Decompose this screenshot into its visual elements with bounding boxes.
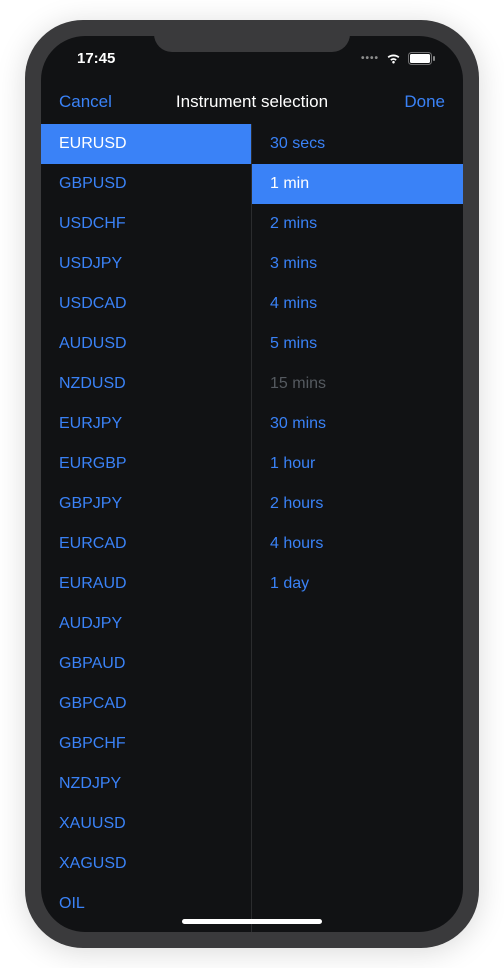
timeframe-item-label: 30 mins [270, 415, 326, 433]
timeframe-item-label: 4 hours [270, 535, 323, 553]
instrument-item[interactable]: USDCAD [41, 284, 251, 324]
timeframe-item[interactable]: 1 hour [252, 444, 463, 484]
timeframe-item[interactable]: 2 mins [252, 204, 463, 244]
instrument-item-label: XAGUSD [59, 855, 127, 873]
instrument-item[interactable]: EURGBP [41, 444, 251, 484]
instrument-item[interactable]: GBPJPY [41, 484, 251, 524]
instrument-item-label: NZDJPY [59, 775, 121, 793]
instrument-item-label: GBPUSD [59, 175, 127, 193]
instrument-list[interactable]: EURUSD GBPUSD USDCHF USDJPY USDCAD AUDUSD NZDU… [41, 124, 252, 932]
cancel-button[interactable]: Cancel [59, 92, 119, 112]
instrument-item-label: USDCAD [59, 295, 127, 313]
instrument-item[interactable]: GBPUSD [41, 164, 251, 204]
timeframe-item-label: 1 day [270, 575, 309, 593]
timeframe-item-label: 15 mins [270, 375, 326, 393]
instrument-item-label: EURJPY [59, 415, 122, 433]
instrument-item-label: OIL [59, 895, 85, 913]
instrument-item[interactable]: USDCHF [41, 204, 251, 244]
instrument-item[interactable]: EURUSD [41, 124, 251, 164]
instrument-item[interactable]: XAUUSD [41, 804, 251, 844]
nav-bar: Cancel Instrument selection Done [41, 80, 463, 124]
instrument-item-label: EURCAD [59, 535, 127, 553]
instrument-item-label: USDJPY [59, 255, 122, 273]
instrument-item[interactable]: GBPCAD [41, 684, 251, 724]
timeframe-item[interactable]: 1 min [252, 164, 463, 204]
timeframe-item-label: 1 hour [270, 455, 315, 473]
timeframe-item-label: 2 hours [270, 495, 323, 513]
instrument-item[interactable]: NZDUSD [41, 364, 251, 404]
instrument-item[interactable]: OIL [41, 884, 251, 924]
page-title: Instrument selection [176, 92, 328, 112]
instrument-item[interactable]: NZDJPY [41, 764, 251, 804]
timeframe-item[interactable]: 30 mins [252, 404, 463, 444]
timeframe-item-label: 1 min [270, 175, 309, 193]
timeframe-list[interactable]: 30 secs 1 min 2 mins 3 mins 4 mins 5 mins 15 m… [252, 124, 463, 932]
instrument-item[interactable]: GBPCHF [41, 724, 251, 764]
device-notch [154, 20, 350, 52]
timeframe-item-label: 4 mins [270, 295, 317, 313]
status-right: •••• [361, 52, 435, 65]
status-time: 17:45 [77, 50, 115, 67]
timeframe-item[interactable]: 30 secs [252, 124, 463, 164]
timeframe-item[interactable]: 1 day [252, 564, 463, 604]
timeframe-item[interactable]: 4 hours [252, 524, 463, 564]
timeframe-item-label: 2 mins [270, 215, 317, 233]
instrument-item-label: EURGBP [59, 455, 127, 473]
home-indicator[interactable] [182, 919, 322, 924]
instrument-item-label: AUDUSD [59, 335, 127, 353]
instrument-item-label: EURUSD [59, 135, 127, 153]
timeframe-item[interactable]: 3 mins [252, 244, 463, 284]
instrument-item-label: GBPCAD [59, 695, 127, 713]
instrument-item-label: GBPJPY [59, 495, 122, 513]
done-button[interactable]: Done [385, 92, 445, 112]
timeframe-item[interactable]: 2 hours [252, 484, 463, 524]
timeframe-item[interactable]: 4 mins [252, 284, 463, 324]
cellular-dots-icon: •••• [361, 53, 379, 64]
instrument-item-label: GBPAUD [59, 655, 125, 673]
instrument-item[interactable]: EURAUD [41, 564, 251, 604]
device-frame: 17:45 •••• Cancel Instrument selection D… [25, 20, 479, 948]
instrument-item[interactable]: XAGUSD [41, 844, 251, 884]
instrument-item-label: EURAUD [59, 575, 127, 593]
instrument-item[interactable]: EURCAD [41, 524, 251, 564]
timeframe-item[interactable]: 5 mins [252, 324, 463, 364]
battery-icon [408, 52, 435, 65]
instrument-item-label: USDCHF [59, 215, 126, 233]
lists-container: EURUSD GBPUSD USDCHF USDJPY USDCAD AUDUSD NZDU… [41, 124, 463, 932]
timeframe-item-label: 30 secs [270, 135, 325, 153]
timeframe-item-label: 5 mins [270, 335, 317, 353]
screen: 17:45 •••• Cancel Instrument selection D… [41, 36, 463, 932]
instrument-item[interactable]: AUDJPY [41, 604, 251, 644]
instrument-item[interactable]: EURJPY [41, 404, 251, 444]
timeframe-item[interactable]: 15 mins [252, 364, 463, 404]
instrument-item-label: XAUUSD [59, 815, 126, 833]
instrument-item-label: AUDJPY [59, 615, 122, 633]
instrument-item[interactable]: GBPAUD [41, 644, 251, 684]
instrument-item[interactable]: USDJPY [41, 244, 251, 284]
instrument-item[interactable]: AUDUSD [41, 324, 251, 364]
wifi-icon [385, 52, 402, 64]
instrument-item-label: GBPCHF [59, 735, 126, 753]
timeframe-item-label: 3 mins [270, 255, 317, 273]
instrument-item-label: NZDUSD [59, 375, 126, 393]
